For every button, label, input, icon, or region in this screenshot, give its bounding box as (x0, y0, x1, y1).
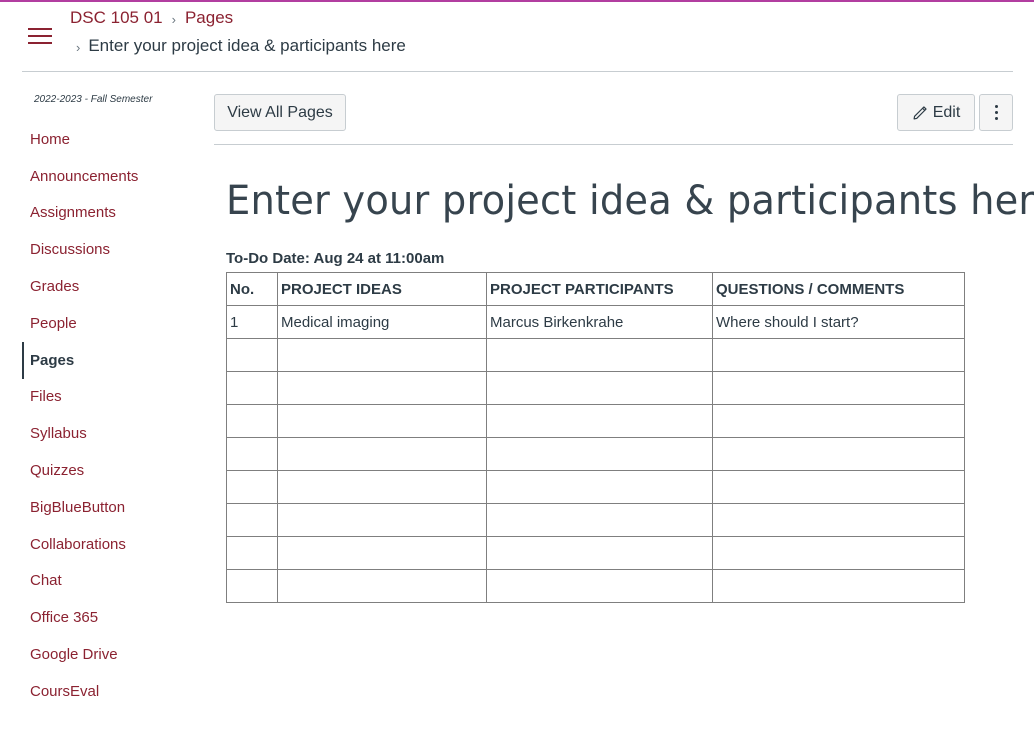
table-cell (712, 536, 965, 570)
breadcrumb: DSC 105 01 › Pages (70, 8, 233, 28)
table-cell (486, 536, 713, 570)
table-cell (486, 503, 713, 537)
table-row (226, 338, 965, 372)
table-cell (226, 470, 278, 504)
kebab-menu-icon (994, 105, 998, 120)
table-cell (712, 437, 965, 471)
table-header-row: No. PROJECT IDEAS PROJECT PARTICIPANTS QUES… (226, 272, 965, 306)
content-divider (214, 144, 1013, 145)
sidebar-item-home[interactable]: Home (22, 121, 138, 158)
table-row (226, 404, 965, 438)
table-cell (277, 338, 487, 372)
table-cell (486, 404, 713, 438)
table-cell (226, 536, 278, 570)
table-header-cell: PROJECT PARTICIPANTS (486, 272, 713, 306)
table-body: 1 Medical imaging Marcus Birkenkrahe Where … (226, 305, 965, 603)
table-cell (486, 338, 713, 372)
page-title: Enter your project idea & participants h… (226, 178, 1034, 224)
sidebar-item-courseval[interactable]: CoursEval (22, 673, 138, 710)
table-row (226, 470, 965, 504)
breadcrumb-current-row: › Enter your project idea & participants… (76, 36, 406, 56)
term-label: 2022-2023 - Fall Semester (34, 94, 153, 105)
table-cell: 1 (226, 305, 278, 339)
table-cell (486, 437, 713, 471)
table-row (226, 437, 965, 471)
table-cell (277, 536, 487, 570)
chevron-right-icon: › (171, 11, 176, 27)
chevron-right-icon: › (76, 39, 81, 55)
sidebar-item-syllabus[interactable]: Syllabus (22, 415, 138, 452)
header-divider (22, 71, 1013, 72)
edit-button-label: Edit (932, 103, 961, 121)
table-header-cell: QUESTIONS / COMMENTS (712, 272, 965, 306)
table-cell: Where should I start? (712, 305, 965, 339)
breadcrumb-pages-link[interactable]: Pages (185, 8, 233, 28)
table-cell (277, 371, 487, 405)
table-header-cell: No. (226, 272, 278, 306)
sidebar-item-google-drive[interactable]: Google Drive (22, 636, 138, 673)
table-cell (486, 470, 713, 504)
table-header-cell: PROJECT IDEAS (277, 272, 487, 306)
table-row (226, 503, 965, 537)
table-row: 1 Medical imaging Marcus Birkenkrahe Where … (226, 305, 965, 339)
table-cell (226, 569, 278, 603)
hamburger-menu-icon[interactable] (28, 28, 52, 46)
more-options-button[interactable] (979, 94, 1013, 131)
table-cell: Medical imaging (277, 305, 487, 339)
table-cell: Marcus Birkenkrahe (486, 305, 713, 339)
sidebar-item-collaborations[interactable]: Collaborations (22, 526, 138, 563)
sidebar-item-office-365[interactable]: Office 365 (22, 599, 138, 636)
sidebar-item-assignments[interactable]: Assignments (22, 195, 138, 232)
table-cell (712, 371, 965, 405)
table-cell (226, 371, 278, 405)
sidebar-item-pages[interactable]: Pages (22, 341, 138, 379)
todo-date: To-Do Date: Aug 24 at 11:00am (226, 250, 445, 267)
table-cell (277, 404, 487, 438)
sidebar-item-chat[interactable]: Chat (22, 563, 138, 600)
breadcrumb-current: Enter your project idea & participants h… (88, 36, 406, 55)
table-cell (712, 404, 965, 438)
sidebar-item-announcements[interactable]: Announcements (22, 158, 138, 195)
table-cell (712, 503, 965, 537)
edit-button[interactable]: Edit (897, 94, 975, 131)
project-table: No. PROJECT IDEAS PROJECT PARTICIPANTS QUES… (226, 272, 965, 603)
table-cell (277, 437, 487, 471)
pencil-icon (913, 106, 927, 120)
sidebar-item-discussions[interactable]: Discussions (22, 231, 138, 268)
table-row (226, 569, 965, 603)
sidebar-item-people[interactable]: People (22, 305, 138, 342)
sidebar-item-grades[interactable]: Grades (22, 268, 138, 305)
table-cell (486, 371, 713, 405)
sidebar-item-bigbluebutton[interactable]: BigBlueButton (22, 489, 138, 526)
table-cell (486, 569, 713, 603)
table-cell (277, 503, 487, 537)
table-row (226, 371, 965, 405)
sidebar-item-files[interactable]: Files (22, 379, 138, 416)
table-row (226, 536, 965, 570)
sidebar-item-quizzes[interactable]: Quizzes (22, 452, 138, 489)
table-cell (712, 338, 965, 372)
table-cell (226, 404, 278, 438)
header: DSC 105 01 › Pages › Enter your project … (0, 2, 1034, 72)
table-cell (226, 437, 278, 471)
table-cell (277, 470, 487, 504)
course-nav-list: Home Announcements Assignments Discussions G… (22, 121, 138, 710)
table-cell (277, 569, 487, 603)
table-cell (226, 503, 278, 537)
table-cell (226, 338, 278, 372)
breadcrumb-course-link[interactable]: DSC 105 01 (70, 8, 163, 28)
table-cell (712, 569, 965, 603)
table-cell (712, 470, 965, 504)
view-all-pages-button[interactable]: View All Pages (214, 94, 346, 131)
